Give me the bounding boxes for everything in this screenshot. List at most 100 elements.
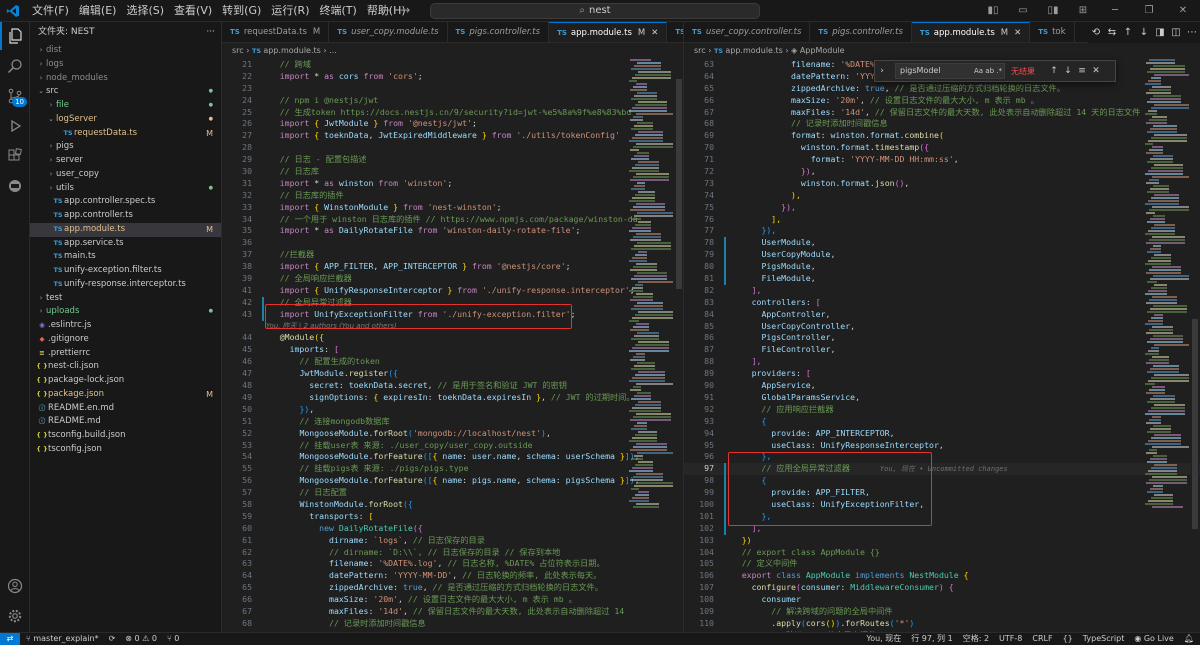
menu-item[interactable]: 文件(F) bbox=[27, 0, 74, 22]
tree-item[interactable]: TSrequestData.ts M bbox=[30, 127, 221, 141]
language-braces-icon[interactable]: {} bbox=[1063, 633, 1073, 645]
eol-status[interactable]: CRLF bbox=[1032, 633, 1052, 645]
code-view-left[interactable]: 21 // 跨域 22 import * as cors from 'cors';… bbox=[222, 59, 683, 632]
restore-icon[interactable]: ❐ bbox=[1132, 0, 1166, 22]
settings-gear-icon[interactable] bbox=[0, 602, 30, 630]
tree-item[interactable]: TSapp.module.ts M bbox=[30, 222, 221, 237]
tree-item[interactable]: › dist bbox=[30, 44, 221, 58]
find-close-icon[interactable]: ✕ bbox=[1089, 66, 1103, 76]
tree-item[interactable]: TSmain.ts bbox=[30, 250, 221, 264]
breadcrumb-item[interactable]: ... bbox=[329, 46, 337, 55]
more-editor-actions-icon[interactable]: ⋯ bbox=[1184, 22, 1200, 43]
minimap-right[interactable] bbox=[1143, 59, 1189, 632]
menu-item[interactable]: 转到(G) bbox=[217, 0, 266, 22]
tree-item[interactable]: › uploads ● bbox=[30, 305, 221, 319]
blame-status[interactable]: You, 现在 bbox=[866, 633, 901, 645]
tree-item[interactable]: { }tsconfig.json bbox=[30, 443, 221, 457]
tab-close-icon[interactable]: ✕ bbox=[651, 28, 658, 38]
remote-explorer-icon[interactable] bbox=[0, 172, 30, 200]
menu-item[interactable]: 查看(V) bbox=[169, 0, 217, 22]
customize-layout-icon[interactable]: ⊞ bbox=[1068, 0, 1098, 22]
forward-arrow-icon[interactable]: → bbox=[400, 3, 410, 17]
tree-item[interactable]: › user_copy bbox=[30, 168, 221, 182]
tree-item[interactable]: › utils ● bbox=[30, 182, 221, 196]
tree-item[interactable]: { }package-lock.json bbox=[30, 374, 221, 388]
tree-item[interactable]: ⓘ README.en.md bbox=[30, 402, 221, 416]
tree-item[interactable]: › file ● bbox=[30, 99, 221, 113]
layout-secondary-icon[interactable]: ▯▮ bbox=[1038, 0, 1068, 22]
tree-item[interactable]: TSunify-response.interceptor.ts bbox=[30, 278, 221, 292]
encoding-status[interactable]: UTF-8 bbox=[999, 633, 1022, 645]
find-next-icon[interactable]: ↓ bbox=[1061, 66, 1075, 76]
menu-item[interactable]: 运行(R) bbox=[266, 0, 314, 22]
find-prev-icon[interactable]: ↑ bbox=[1047, 66, 1061, 76]
branch-status[interactable]: ⑂ master_explain* bbox=[26, 633, 99, 645]
command-center[interactable]: ⌕ nest bbox=[430, 3, 760, 19]
tree-item[interactable]: { }nest-cli.json bbox=[30, 360, 221, 374]
layout-sidebar-icon[interactable]: ▮▯ bbox=[978, 0, 1008, 22]
run-debug-icon[interactable] bbox=[0, 112, 30, 140]
language-mode[interactable]: TypeScript bbox=[1083, 633, 1125, 645]
editor-tab[interactable]: TS tok bbox=[1030, 22, 1075, 42]
editor-tab[interactable]: TS user_copy.module.ts bbox=[329, 22, 448, 42]
source-control-icon[interactable]: 10 bbox=[0, 82, 30, 110]
tree-item[interactable]: { }tsconfig.build.json bbox=[30, 429, 221, 443]
cursor-position[interactable]: 行 97, 列 1 bbox=[911, 633, 952, 645]
editor-tab[interactable]: TS pigs.controller.ts bbox=[448, 22, 550, 42]
toggle-replace-icon[interactable]: › bbox=[875, 66, 889, 76]
problems-status[interactable]: ⊗ 0 ⚠ 0 bbox=[125, 633, 157, 645]
more-actions-icon[interactable]: ··· bbox=[206, 22, 215, 42]
tree-item[interactable]: ◆ .gitignore bbox=[30, 333, 221, 347]
tree-item[interactable]: TSapp.controller.ts bbox=[30, 209, 221, 223]
editor-tab[interactable]: TS requestData.ts M bbox=[222, 22, 330, 42]
tree-item[interactable]: › server bbox=[30, 154, 221, 168]
extensions-icon[interactable] bbox=[0, 142, 30, 170]
back-arrow-icon[interactable]: ← bbox=[380, 3, 390, 17]
tree-item[interactable]: › logs bbox=[30, 58, 221, 72]
breadcrumb-item[interactable]: app.module.ts bbox=[263, 46, 320, 55]
explorer-icon[interactable] bbox=[0, 22, 30, 50]
sync-icon[interactable]: ⟳ bbox=[109, 633, 116, 645]
minimize-icon[interactable]: ─ bbox=[1098, 0, 1132, 22]
breadcrumb-item[interactable]: src bbox=[694, 46, 706, 55]
tab-close-icon[interactable]: ✕ bbox=[1014, 28, 1021, 38]
breadcrumb-item[interactable]: AppModule bbox=[800, 46, 845, 55]
notifications-bell-icon[interactable]: 🔔︎ bbox=[1184, 633, 1194, 645]
search-view-icon[interactable] bbox=[0, 52, 30, 80]
prev-change-icon[interactable]: ↑ bbox=[1120, 22, 1136, 43]
split-editor-icon[interactable]: ◫ bbox=[1168, 22, 1184, 43]
next-change-icon[interactable]: ↓ bbox=[1136, 22, 1152, 43]
find-options[interactable]: Aa ab .* bbox=[974, 64, 1002, 78]
tree-item[interactable]: › pigs bbox=[30, 140, 221, 154]
editor-tab[interactable]: TS app.module.ts M ✕ bbox=[549, 22, 668, 42]
tree-item[interactable]: › node_modules bbox=[30, 72, 221, 86]
tree-item[interactable]: TSapp.service.ts bbox=[30, 237, 221, 251]
history-icon[interactable]: ⟲ bbox=[1088, 22, 1104, 43]
account-icon[interactable] bbox=[0, 572, 30, 600]
editor-tab[interactable]: TSuser_copy.controller.ts bbox=[667, 22, 683, 42]
editor-tab[interactable]: TS app.module.ts M ✕ bbox=[911, 22, 1031, 42]
tree-item[interactable]: › test bbox=[30, 292, 221, 306]
breadcrumb-item[interactable]: src bbox=[232, 46, 244, 55]
tree-item[interactable]: ≡ .prettierrc bbox=[30, 347, 221, 361]
find-input[interactable]: pigsModel Aa ab .* bbox=[895, 63, 1005, 79]
menu-item[interactable]: 选择(S) bbox=[121, 0, 169, 22]
go-live-button[interactable]: ◉ Go Live bbox=[1134, 633, 1174, 645]
remote-indicator-icon[interactable]: ⇄ bbox=[0, 633, 20, 645]
tree-item[interactable]: ◉ .eslintrc.js bbox=[30, 319, 221, 333]
tree-item[interactable]: ⓘ README.md bbox=[30, 415, 221, 429]
tree-item[interactable]: ⌄ logServer ● bbox=[30, 113, 221, 127]
compare-icon[interactable]: ⇆ bbox=[1104, 22, 1120, 43]
editor-tab[interactable]: TS pigs.controller.ts bbox=[810, 22, 912, 42]
tree-item[interactable]: TSunify-exception.filter.ts bbox=[30, 264, 221, 278]
ports-status[interactable]: ⑂ 0 bbox=[167, 633, 179, 645]
tree-item[interactable]: TSapp.controller.spec.ts bbox=[30, 195, 221, 209]
menu-item[interactable]: 编辑(E) bbox=[74, 0, 122, 22]
tree-item[interactable]: { }package.json M bbox=[30, 388, 221, 402]
editor-tab[interactable]: TSuser_copy.controller.ts bbox=[684, 22, 811, 42]
minimap-left[interactable] bbox=[627, 59, 673, 632]
open-changes-icon[interactable]: ◨ bbox=[1152, 22, 1168, 43]
tree-item[interactable]: ⌄ src ● bbox=[30, 85, 221, 99]
scrollbar-right[interactable] bbox=[1191, 59, 1199, 632]
indentation-status[interactable]: 空格: 2 bbox=[963, 633, 989, 645]
